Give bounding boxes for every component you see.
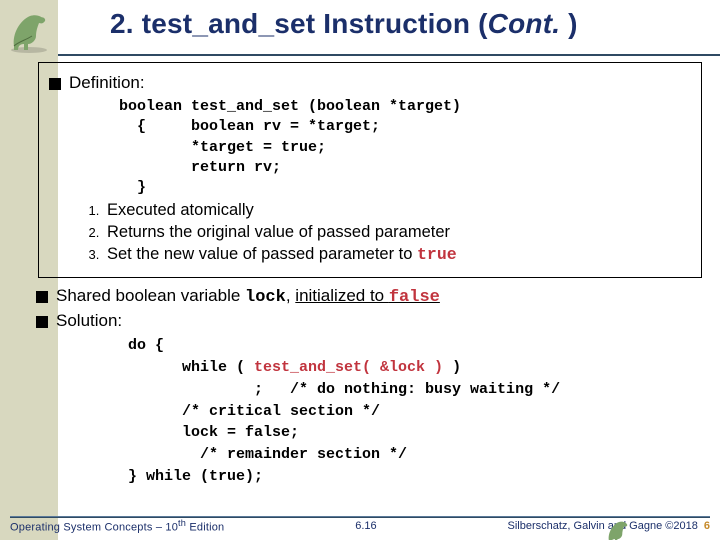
li-text: Set the new value of passed parameter to [107, 245, 417, 263]
definition-box: Definition: boolean test_and_set (boolea… [38, 62, 702, 278]
shared-underline: initialized to false [295, 286, 440, 305]
code-line: } while (true); [128, 468, 263, 485]
solution-code: do { while ( test_and_set( &lock ) ) ; /… [128, 335, 704, 487]
dinosaur-icon [6, 6, 52, 54]
shared-text: Shared boolean variable lock, initialize… [56, 286, 440, 307]
footer-left-sup: th [178, 518, 186, 528]
code-line: ; /* do nothing: busy waiting */ [128, 381, 560, 398]
definition-code: boolean test_and_set (boolean *target) {… [119, 97, 691, 198]
list-item: Set the new value of passed parameter to… [103, 245, 691, 264]
title-rule [58, 54, 720, 56]
shared-mid: , [286, 286, 295, 305]
keyword-false: false [389, 288, 440, 307]
solution-bullet: Solution: [36, 311, 704, 331]
footer-right-text: Silberschatz, Galvin and Gagne ©2018 [508, 520, 698, 532]
code-line: /* critical section */ [128, 403, 380, 420]
list-item: Executed atomically [103, 201, 691, 220]
footer-left-a: Operating System Concepts – 10 [10, 522, 178, 534]
definition-label: Definition: [69, 73, 145, 93]
title-text-b: ) [560, 8, 578, 39]
content-area: Definition: boolean test_and_set (boolea… [36, 60, 704, 512]
shared-underline-pre: initialized to [295, 286, 389, 305]
slide: 2. test_and_set Instruction (Cont. ) Def… [0, 0, 720, 540]
page-number-badge: 6 [704, 520, 710, 532]
footer-left: Operating System Concepts – 10th Edition [10, 518, 224, 534]
shared-bullet: Shared boolean variable lock, initialize… [36, 286, 704, 307]
definition-list: Executed atomically Returns the original… [103, 201, 691, 264]
code-line: lock = false; [128, 424, 299, 441]
code-line-post: ) [443, 359, 461, 376]
li-text: Returns the original value of passed par… [107, 223, 450, 241]
title-text-a: 2. test_and_set Instruction ( [110, 8, 488, 39]
bullet-square-icon [36, 316, 48, 328]
solution-label: Solution: [56, 311, 122, 331]
bullet-square-icon [36, 291, 48, 303]
footer-left-b: Edition [186, 522, 224, 534]
title-text-italic: Cont. [488, 8, 561, 39]
footer-mid: 6.16 [355, 520, 376, 532]
code-line-red: test_and_set( &lock ) [254, 359, 443, 376]
dinosaur-small-icon [604, 516, 632, 538]
code-line: do { [128, 337, 164, 354]
slide-title: 2. test_and_set Instruction (Cont. ) [110, 8, 578, 40]
code-line: /* remainder section */ [128, 446, 407, 463]
keyword-true: true [417, 245, 457, 264]
bullet-square-icon [49, 78, 61, 90]
code-line-pre: while ( [128, 359, 254, 376]
list-item: Returns the original value of passed par… [103, 223, 691, 242]
li-text: Executed atomically [107, 201, 254, 219]
definition-bullet: Definition: [49, 73, 691, 93]
logo [0, 0, 58, 54]
shared-pre: Shared boolean variable [56, 286, 245, 305]
keyword-lock: lock [245, 288, 286, 307]
